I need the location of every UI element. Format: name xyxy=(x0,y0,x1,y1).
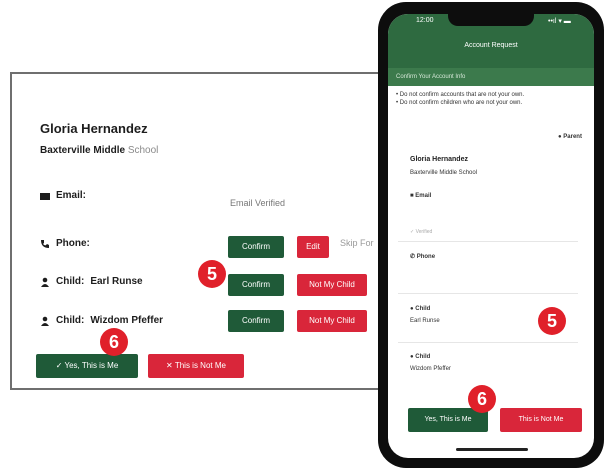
child-label: Child: xyxy=(56,315,85,326)
child2-row: Child: Wizdom Pfeffer xyxy=(40,315,163,326)
phone-title: Account Request xyxy=(464,42,518,49)
step-6-badge-phone: 6 xyxy=(468,385,496,413)
phone-icon: ✆ xyxy=(410,254,417,260)
person-icon xyxy=(41,277,49,287)
phone-phone-row: ✆ Phone xyxy=(410,254,436,260)
step-5-badge-phone: 5 xyxy=(538,307,566,335)
phone-subheader: Confirm Your Account Info xyxy=(388,68,594,86)
not-my-child1-button[interactable]: Not My Child xyxy=(297,274,367,296)
edit-phone-button[interactable]: Edit xyxy=(297,236,329,258)
child-label: Child: xyxy=(56,276,85,287)
home-indicator xyxy=(456,448,528,451)
desktop-card xyxy=(10,72,408,390)
phone-child2-label: ● Child xyxy=(410,354,431,360)
phone-child2-name: Wizdom Pfeffer xyxy=(410,366,451,372)
phone-child1-label: ● Child xyxy=(410,306,431,312)
phone-icon xyxy=(41,239,49,248)
phone-row: Phone: xyxy=(40,238,90,249)
child1-row: Child: Earl Runse xyxy=(40,276,143,287)
divider xyxy=(398,342,578,343)
child2-name: Wizdom Pfeffer xyxy=(90,315,164,326)
envelope-icon xyxy=(40,192,50,200)
phone-time: 12:00 xyxy=(416,17,434,24)
phone-child1-name: Earl Runse xyxy=(410,318,440,324)
divider xyxy=(398,293,578,294)
parent-name: Gloria Hernandez xyxy=(40,121,148,136)
divider xyxy=(398,241,578,242)
yes-this-is-me-button[interactable]: ✓ Yes, This is Me xyxy=(36,354,138,378)
step-5-badge: 5 xyxy=(198,260,226,288)
not-my-child2-button[interactable]: Not My Child xyxy=(297,310,367,332)
person-icon xyxy=(41,316,49,326)
phone-email-row: ■ Email xyxy=(410,193,432,199)
phone-email-verified: ✓ Verified xyxy=(410,229,433,235)
phone-parent-name: Gloria Hernandez xyxy=(410,156,468,163)
phone-note-2: • Do not confirm children who are not yo… xyxy=(396,100,523,106)
phone-status-icons: ••ıl ▾ ▬ xyxy=(548,18,571,25)
phone-label: Phone: xyxy=(56,238,90,249)
email-status: Email Verified xyxy=(230,198,286,208)
child1-name: Earl Runse xyxy=(90,276,143,287)
email-label: Email: xyxy=(56,190,87,201)
confirm-phone-button[interactable]: Confirm xyxy=(228,236,284,258)
phone-note-1: • Do not confirm accounts that are not y… xyxy=(396,92,525,98)
step-6-badge: 6 xyxy=(100,328,128,356)
phone-no-button[interactable]: This is Not Me xyxy=(500,408,582,432)
school-name: Baxterville Middle School xyxy=(40,145,159,156)
parent-role-label: ● Parent xyxy=(558,134,582,140)
confirm-child1-button[interactable]: Confirm xyxy=(228,274,284,296)
email-row: Email: xyxy=(40,190,86,201)
phone-notch xyxy=(448,10,534,26)
skip-phone-link[interactable]: Skip For xyxy=(340,238,374,248)
confirm-child2-button[interactable]: Confirm xyxy=(228,310,284,332)
this-is-not-me-button[interactable]: ✕ This is Not Me xyxy=(148,354,244,378)
phone-school: Baxterville Middle School xyxy=(410,170,478,176)
